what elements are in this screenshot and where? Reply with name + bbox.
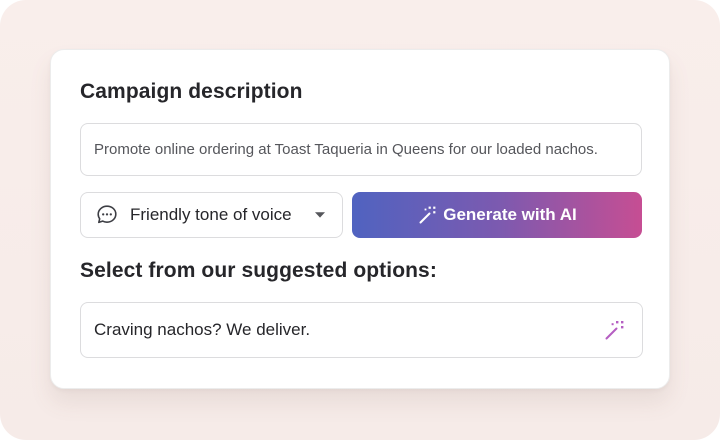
tone-selected-label: Friendly tone of voice xyxy=(130,205,292,224)
generate-with-ai-button[interactable]: Generate with AI xyxy=(352,192,642,238)
magic-wand-icon xyxy=(417,204,439,226)
generate-button-label: Generate with AI xyxy=(443,205,577,224)
page-backdrop: Campaign description Promote online orde… xyxy=(0,0,720,440)
campaign-description-heading: Campaign description xyxy=(80,80,303,103)
suggested-option-item[interactable]: Craving nachos? We deliver. xyxy=(80,302,643,358)
tone-of-voice-dropdown[interactable]: Friendly tone of voice xyxy=(80,192,343,238)
chat-bubble-icon xyxy=(95,203,119,227)
suggested-options-heading: Select from our suggested options: xyxy=(80,259,437,282)
caret-down-icon xyxy=(314,211,326,219)
campaign-description-input[interactable]: Promote online ordering at Toast Taqueri… xyxy=(80,123,642,176)
magic-wand-icon[interactable] xyxy=(603,318,627,342)
suggested-option-text: Craving nachos? We deliver. xyxy=(94,320,311,339)
campaign-card: Campaign description Promote online orde… xyxy=(50,49,670,389)
